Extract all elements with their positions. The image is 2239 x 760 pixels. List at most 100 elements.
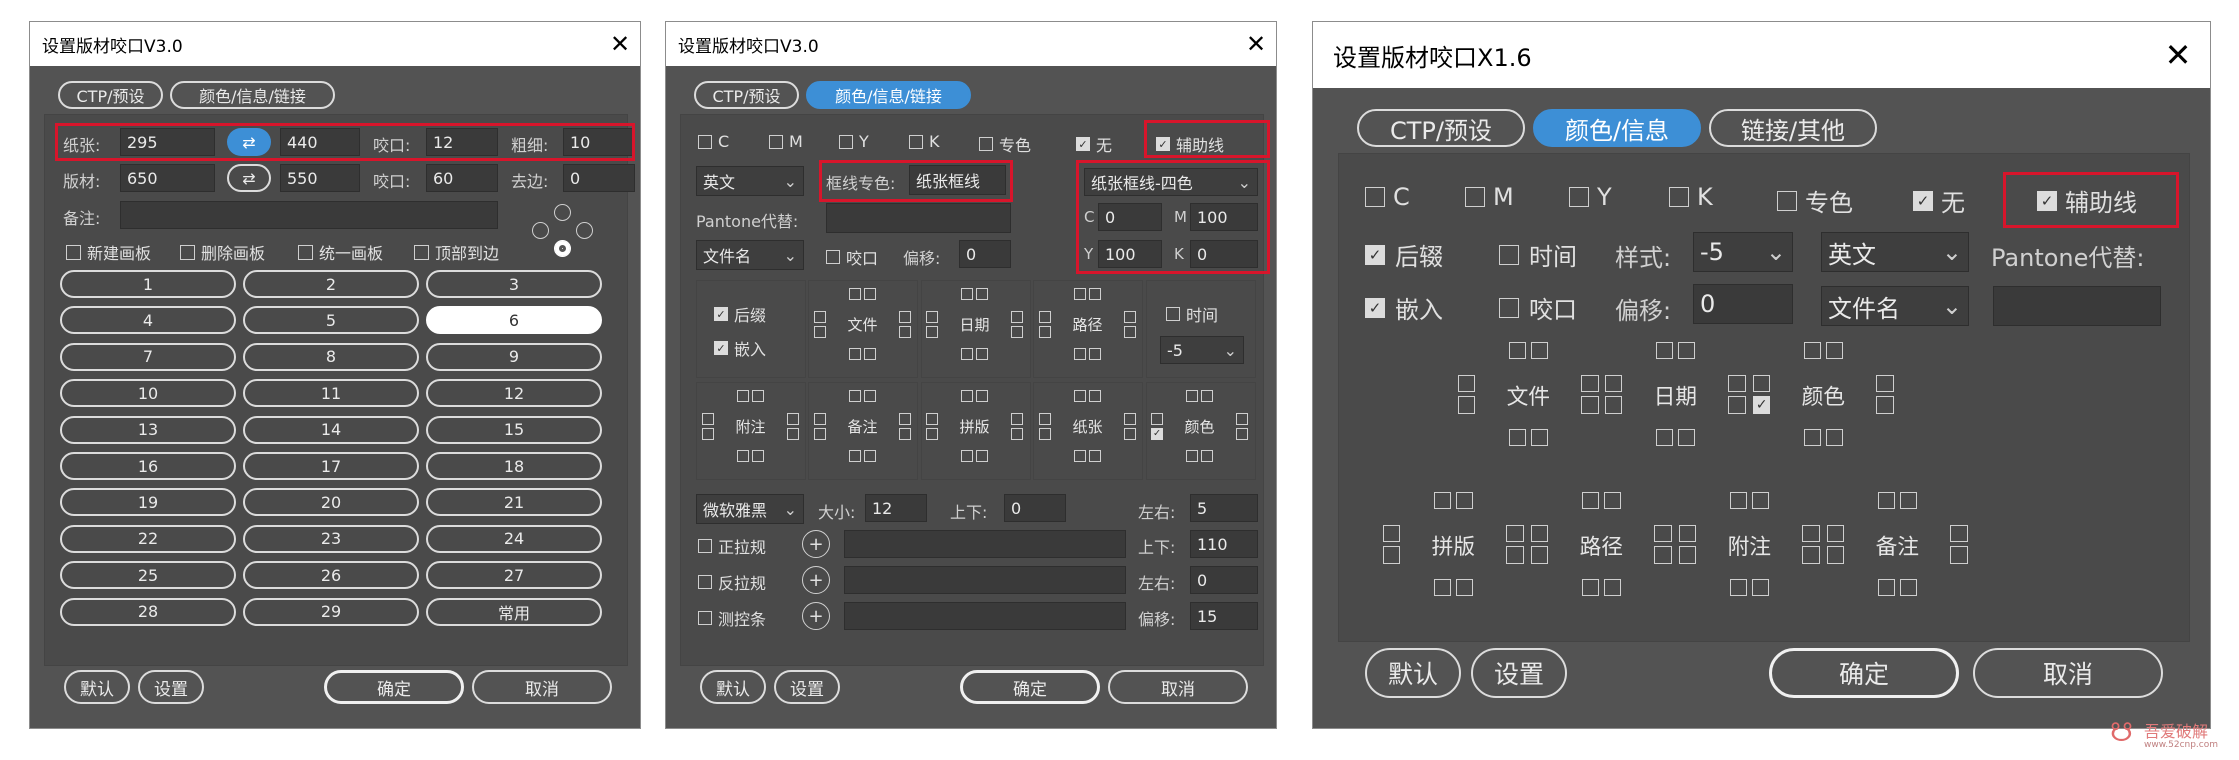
ok-button[interactable]: 确定	[1769, 648, 1959, 698]
position-checkbox[interactable]	[961, 348, 973, 360]
swap-plate-button[interactable]: ⇄	[227, 164, 271, 192]
preset-6[interactable]: 6	[426, 306, 602, 335]
ok-button[interactable]: 确定	[324, 670, 464, 704]
check-m[interactable]: M	[769, 132, 803, 151]
pull-front-input[interactable]	[844, 530, 1126, 558]
position-checkbox[interactable]	[1581, 492, 1600, 510]
note-input[interactable]	[120, 201, 498, 229]
checkbox[interactable]	[1499, 297, 1519, 318]
ud-input[interactable]: 0	[1004, 494, 1066, 522]
checkbox[interactable]	[714, 341, 728, 355]
position-checkbox[interactable]	[976, 348, 988, 360]
checkbox[interactable]	[180, 244, 195, 260]
preset-15[interactable]: 15	[426, 415, 602, 444]
filename-select[interactable]: 文件名 ⌄	[696, 240, 804, 270]
preset-11[interactable]: 11	[243, 379, 419, 408]
position-checkbox[interactable]	[1074, 390, 1086, 402]
position-checkbox[interactable]	[1508, 342, 1527, 360]
position-checkbox[interactable]	[1186, 450, 1198, 462]
plate-width-input[interactable]: 650	[120, 164, 215, 192]
language-select[interactable]: 英文 ⌄	[696, 166, 804, 196]
offset-input[interactable]: 0	[1693, 284, 1793, 324]
preset-2[interactable]: 2	[243, 270, 419, 298]
checkbox[interactable]	[1365, 187, 1385, 207]
ok-button[interactable]: 确定	[960, 670, 1100, 704]
tab-ctp-preset[interactable]: CTP/预设	[58, 81, 163, 109]
position-checkbox[interactable]	[1803, 342, 1822, 360]
preset-9[interactable]: 9	[426, 342, 602, 371]
position-checkbox[interactable]	[1530, 429, 1548, 447]
position-checkbox[interactable]	[1074, 348, 1086, 360]
position-checkbox[interactable]	[1089, 390, 1101, 402]
check-control-strip[interactable]: 测控条	[698, 606, 766, 630]
position-checkbox[interactable]	[1899, 579, 1917, 597]
preset-17[interactable]: 17	[243, 452, 419, 480]
check-time[interactable]: 时间	[1499, 237, 1577, 272]
close-icon[interactable]: ✕	[1236, 30, 1276, 58]
position-checkbox[interactable]	[1089, 450, 1101, 462]
position-checkbox[interactable]	[1877, 579, 1896, 597]
time-style-select[interactable]: -5 ⌄	[1160, 336, 1244, 364]
tab-ctp-preset[interactable]: CTP/预设	[694, 81, 799, 109]
preset-23[interactable]: 23	[243, 524, 419, 553]
checkbox[interactable]	[1465, 187, 1485, 207]
check-y[interactable]: Y	[839, 132, 869, 151]
anchor-left[interactable]	[532, 222, 549, 239]
check-bite[interactable]: 咬口	[826, 245, 878, 269]
check-spot[interactable]: 专色	[979, 132, 1031, 156]
position-checkbox[interactable]	[1655, 342, 1674, 360]
checkbox[interactable]	[698, 539, 712, 553]
preset-10[interactable]: 10	[60, 379, 236, 408]
check-m[interactable]: M	[1465, 183, 1514, 211]
checkbox[interactable]	[979, 137, 993, 151]
check-y[interactable]: Y	[1569, 183, 1612, 211]
default-button[interactable]: 默认	[1365, 648, 1461, 698]
font-select[interactable]: 微软雅黑 ⌄	[696, 494, 804, 524]
checkbox[interactable]	[839, 134, 853, 149]
anchor-bottom[interactable]	[554, 240, 571, 257]
lr-input[interactable]: 5	[1190, 494, 1258, 522]
position-checkbox[interactable]	[849, 450, 861, 462]
settings-button[interactable]: 设置	[774, 670, 840, 704]
checkbox[interactable]	[1669, 187, 1689, 207]
checkbox[interactable]	[1777, 190, 1797, 211]
option-top-to-edge[interactable]: 顶部到边	[414, 240, 499, 264]
position-checkbox[interactable]	[1677, 429, 1695, 447]
checkbox[interactable]	[298, 244, 313, 260]
preset-12[interactable]: 12	[426, 379, 602, 408]
position-checkbox[interactable]	[864, 450, 876, 462]
checkbox[interactable]	[1569, 187, 1589, 207]
check-pull-back[interactable]: 反拉规	[698, 570, 766, 594]
option-delete-artboard[interactable]: 删除画板	[180, 240, 265, 264]
tab-color-info-link[interactable]: 颜色/信息/链接	[170, 81, 335, 109]
position-checkbox[interactable]	[1825, 429, 1843, 447]
position-checkbox[interactable]	[1455, 492, 1473, 510]
position-checkbox[interactable]	[849, 288, 861, 300]
position-checkbox[interactable]	[1074, 288, 1086, 300]
position-checkbox[interactable]	[1530, 342, 1548, 360]
preset-28[interactable]: 28	[60, 597, 236, 626]
style-select[interactable]: -5 ⌄	[1693, 232, 1793, 272]
checkbox[interactable]	[1166, 307, 1180, 321]
position-checkbox[interactable]	[1603, 579, 1621, 597]
control-strip-input[interactable]	[844, 602, 1126, 630]
position-checkbox[interactable]	[737, 450, 749, 462]
preset-7[interactable]: 7	[60, 342, 236, 371]
preset-22[interactable]: 22	[60, 524, 236, 553]
position-checkbox[interactable]	[864, 348, 876, 360]
preset-14[interactable]: 14	[243, 415, 419, 444]
check-suffix[interactable]: 后缀	[714, 302, 766, 326]
check-pull-front[interactable]: 正拉规	[698, 534, 766, 558]
preset-27[interactable]: 27	[426, 561, 602, 590]
position-checkbox[interactable]	[1729, 492, 1748, 510]
preset-20[interactable]: 20	[243, 488, 419, 517]
position-checkbox[interactable]	[1508, 429, 1527, 447]
checkbox[interactable]	[714, 307, 728, 321]
preset-30[interactable]: 常用	[426, 597, 602, 626]
position-checkbox[interactable]	[976, 390, 988, 402]
tab-ctp-preset[interactable]: CTP/预设	[1357, 109, 1525, 147]
preset-26[interactable]: 26	[243, 561, 419, 590]
preset-24[interactable]: 24	[426, 524, 602, 553]
position-checkbox[interactable]	[1729, 579, 1748, 597]
margin-input[interactable]: 0	[563, 164, 635, 192]
